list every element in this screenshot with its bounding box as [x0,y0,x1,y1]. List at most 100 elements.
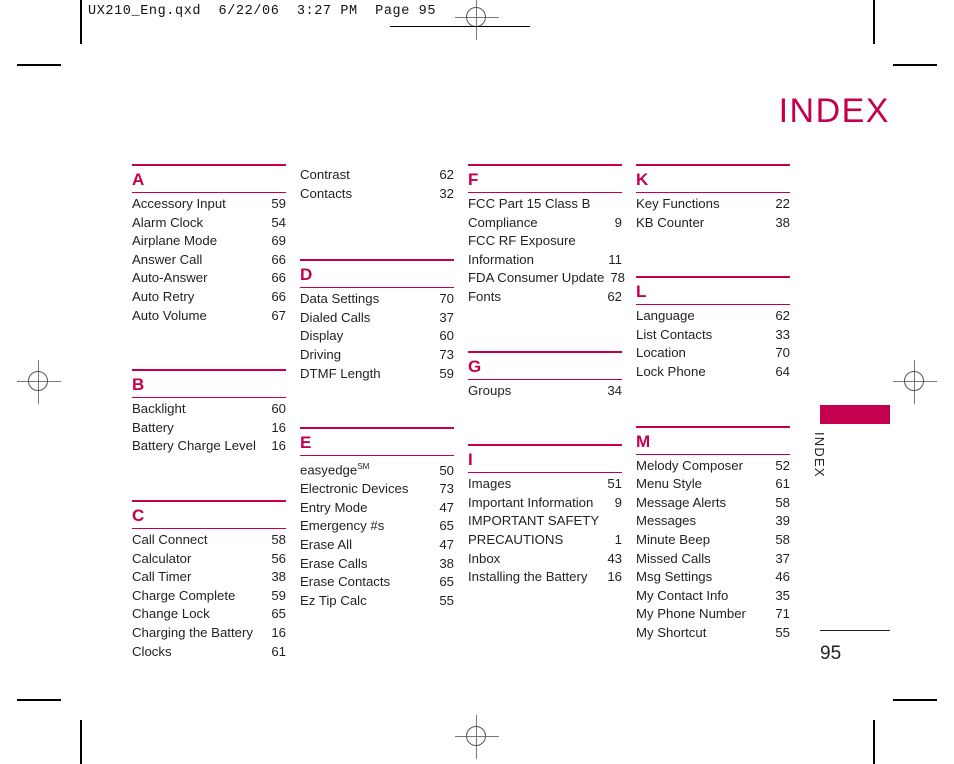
index-entry[interactable]: Groups 34 [468,382,622,401]
page-number: 95 [820,643,842,664]
index-entry[interactable]: Entry Mode 47 [300,499,454,518]
index-entry[interactable]: Language 62 [636,307,790,326]
registration-mark-bottom [455,715,499,759]
index-entry[interactable]: Clocks 61 [132,643,286,662]
index-entry-list: Melody Composer 52 Menu Style 61 Message Ale… [636,455,790,643]
index-entry-title: PRECAUTIONS [468,531,564,547]
index-entry-list: easyedgeSM 50 Electronic Devices 73 Entry Mo… [300,456,454,610]
index-entry-title: My Shortcut [636,624,707,640]
index-entry[interactable]: FDA Consumer Update 78 [468,269,625,288]
index-columns-container: A Accessory Input 59 Alarm Clock 54 Airplane … [132,164,790,661]
index-entry[interactable]: Airplane Mode 69 [132,232,286,251]
index-entry[interactable]: Alarm Clock 54 [132,214,286,233]
index-entry[interactable]: PRECAUTIONS 1 [468,531,622,550]
crop-mark-bottom-right-horizontal [893,699,937,701]
index-entry-title: Electronic Devices [300,481,409,497]
index-entry[interactable]: Driving 73 [300,346,454,365]
index-entry[interactable]: Inbox 43 [468,550,622,569]
index-entry-title: easyedgeSM [300,462,370,478]
crop-mark-bottom-left-vertical [80,720,82,764]
index-entry[interactable]: Images 51 [468,475,622,494]
index-entry[interactable]: Calculator 56 [132,550,286,569]
index-entry-title: Contrast [300,167,350,182]
index-entry[interactable]: IMPORTANT SAFETY [468,512,622,531]
index-entry[interactable]: Battery Charge Level 16 [132,437,286,456]
index-entry[interactable]: Electronic Devices 73 [300,480,454,499]
index-entry-title: Auto Retry [132,288,195,304]
index-entry[interactable]: Charging the Battery 16 [132,624,286,643]
letter-group-k: K Key Functions 22 KB Counter 38 [636,164,790,232]
index-entry[interactable]: Message Alerts 58 [636,494,790,513]
index-entry[interactable]: Change Lock 65 [132,605,286,624]
index-entry[interactable]: Erase Calls 38 [300,555,454,574]
index-entry[interactable]: Key Functions 22 [636,195,790,214]
index-entry[interactable]: My Shortcut 55 [636,624,790,643]
index-entry[interactable]: Msg Settings 46 [636,568,790,587]
index-entry[interactable]: Accessory Input 59 [132,195,286,214]
index-entry[interactable]: Auto Volume 67 [132,307,286,326]
index-entry-title: Display [300,328,344,344]
index-entry[interactable]: Erase Contacts 65 [300,573,454,592]
index-entry-page-number: 47 [439,499,454,515]
index-entry-page-number: 37 [775,550,790,566]
index-entry[interactable]: Missed Calls 37 [636,550,790,569]
index-entry-page-number: 50 [439,462,454,478]
index-column-2: Contrast 62 Contacts 32 D Data Settings 70 Dial… [300,164,454,661]
index-entry-title: Answer Call [132,251,203,267]
index-entry[interactable]: Location 70 [636,344,790,363]
service-mark-superscript: SM [357,462,370,472]
index-entry-title: List Contacts [636,326,713,342]
index-entry-page-number: 65 [439,574,454,590]
index-entry-page-number: 33 [775,326,790,342]
index-entry[interactable]: Melody Composer 52 [636,457,790,476]
registration-mark-top [455,0,499,40]
index-entry[interactable]: Display 60 [300,327,454,346]
index-entry[interactable]: Messages 39 [636,512,790,531]
index-entry[interactable]: Minute Beep 58 [636,531,790,550]
index-entry[interactable]: Auto-Answer 66 [132,269,286,288]
index-entry-page-number: 38 [439,555,454,571]
index-entry[interactable]: Installing the Battery 16 [468,568,622,587]
index-entry[interactable]: FCC Part 15 Class B [468,195,622,214]
index-entry[interactable]: Contrast 62 [300,166,454,185]
index-entry-page-number: 55 [775,624,790,640]
index-entry[interactable]: Important Information 9 [468,494,622,513]
index-entry[interactable]: Lock Phone 64 [636,363,790,382]
side-tab-label: INDEX [812,432,827,478]
index-entry[interactable]: Emergency #s 65 [300,517,454,536]
index-entry[interactable]: Erase All 47 [300,536,454,555]
index-entry[interactable]: Charge Complete 59 [132,587,286,606]
index-entry-page-number: 39 [775,513,790,529]
index-entry[interactable]: Dialed Calls 37 [300,309,454,328]
index-entry[interactable]: Data Settings 70 [300,290,454,309]
index-entry-page-number: 43 [607,550,622,566]
index-entry-title: Erase Contacts [300,574,391,590]
index-entry[interactable]: Call Timer 38 [132,568,286,587]
index-entry[interactable]: Information 11 [468,251,622,270]
index-entry-page-number: 16 [271,419,286,435]
index-entry[interactable]: Answer Call 66 [132,251,286,270]
index-entry[interactable]: List Contacts 33 [636,326,790,345]
letter-heading: E [300,433,312,453]
index-entry-page-number: 59 [439,365,454,381]
index-entry[interactable]: Call Connect 58 [132,531,286,550]
index-entry[interactable]: Ez Tip Calc 55 [300,592,454,611]
letter-group-continued: Contrast 62 Contacts 32 [300,164,454,203]
index-entry[interactable]: KB Counter 38 [636,214,790,233]
index-entry[interactable]: Menu Style 61 [636,475,790,494]
index-entry[interactable]: FCC RF Exposure [468,232,622,251]
index-entry[interactable]: Contacts 32 [300,185,454,204]
index-entry[interactable]: My Phone Number 71 [636,605,790,624]
index-entry-page-number: 52 [775,457,790,473]
index-entry[interactable]: Compliance 9 [468,214,622,233]
index-entry[interactable]: easyedgeSM 50 [300,458,454,480]
index-entry[interactable]: Auto Retry 66 [132,288,286,307]
index-entry[interactable]: Fonts 62 [468,288,622,307]
letter-group-i: I Images 51 Important Information 9 IMPORTANT… [468,444,622,587]
index-entry[interactable]: My Contact Info 35 [636,587,790,606]
index-entry[interactable]: Backlight 60 [132,400,286,419]
index-entry-list: Data Settings 70 Dialed Calls 37 Display 60 Dr… [300,288,454,383]
index-entry-title: Erase All [300,536,353,552]
index-entry[interactable]: Battery 16 [132,419,286,438]
index-entry[interactable]: DTMF Length 59 [300,365,454,384]
